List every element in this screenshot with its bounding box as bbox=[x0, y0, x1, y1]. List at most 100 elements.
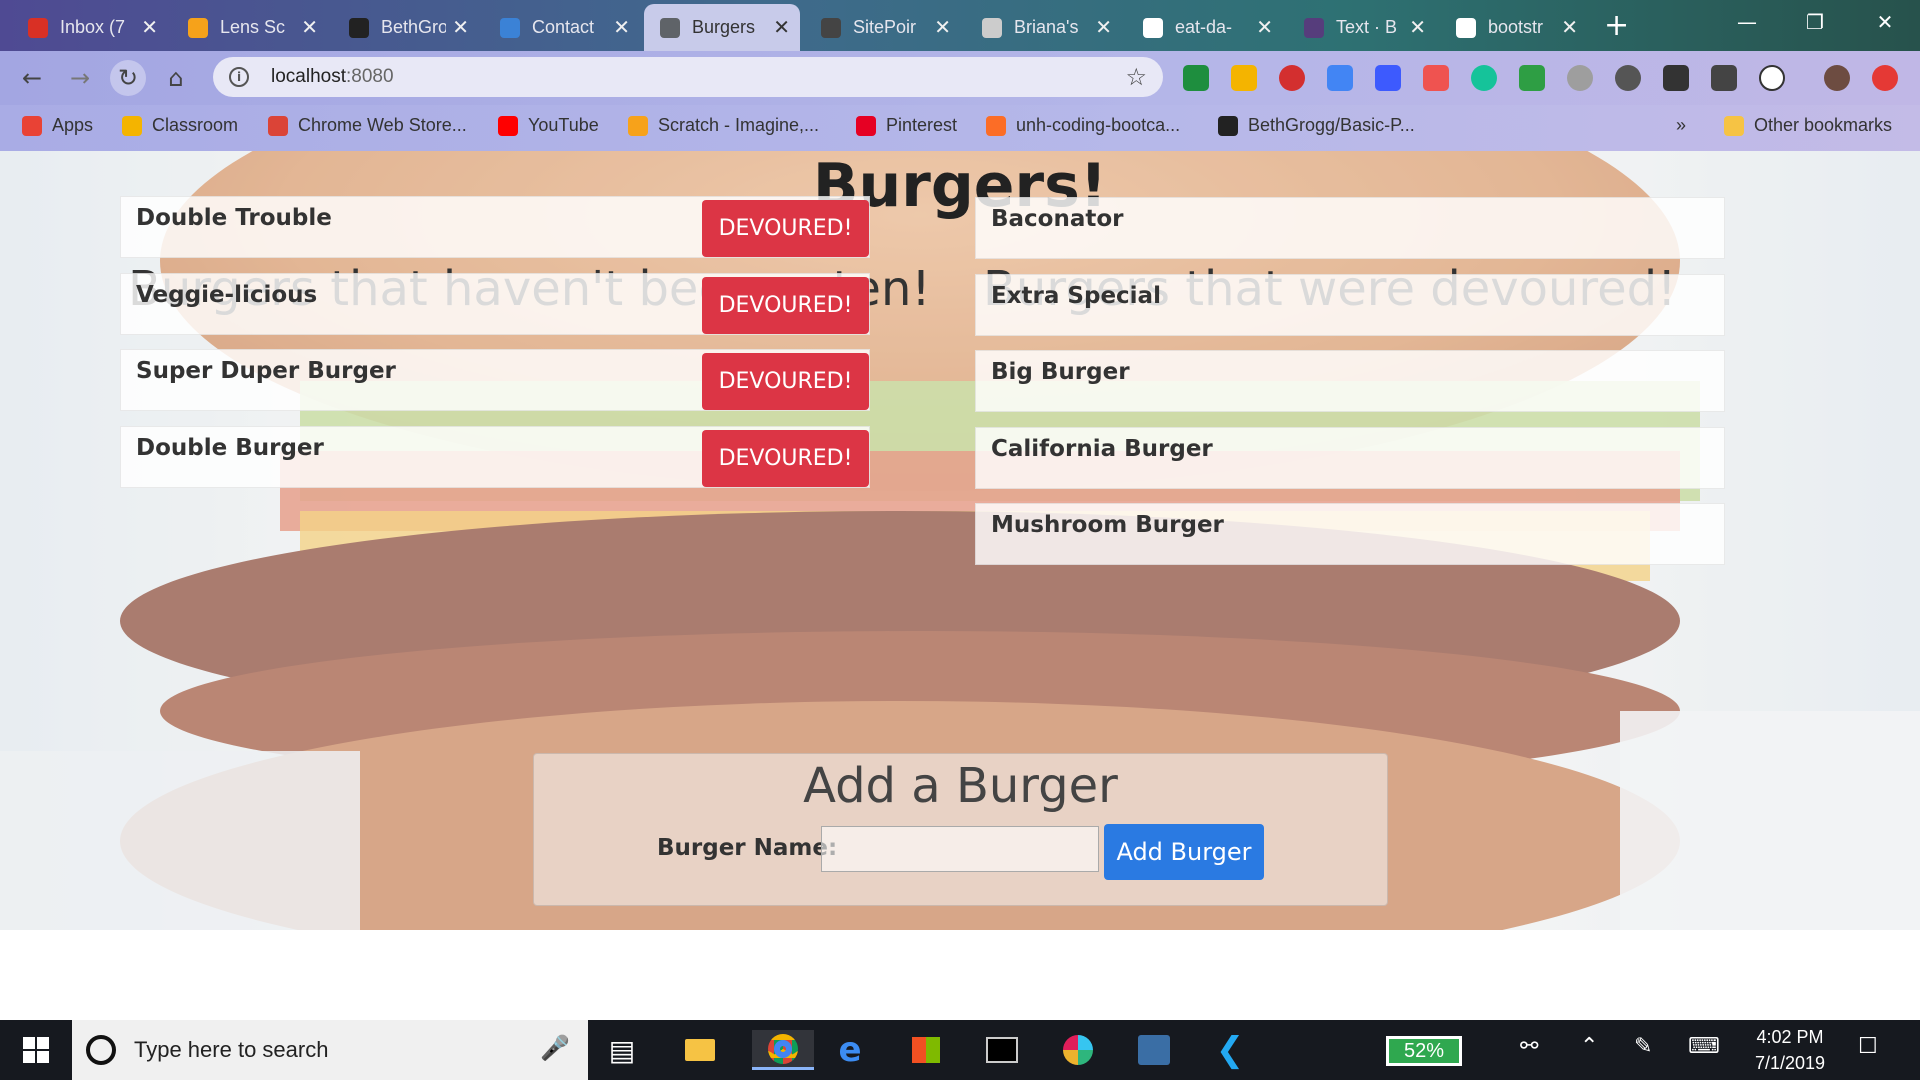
tab-title: Inbox (7 bbox=[60, 17, 126, 37]
extension-translate-icon[interactable] bbox=[1327, 65, 1353, 91]
tab-title: eat-da- bbox=[1175, 17, 1233, 37]
close-tab-icon[interactable]: ✕ bbox=[301, 15, 318, 40]
address-bar[interactable]: i localhost:8080 ☆ bbox=[213, 57, 1163, 97]
edge-icon[interactable]: e bbox=[828, 1030, 872, 1070]
taskbar-search[interactable]: Type here to search 🎤 bbox=[72, 1020, 588, 1080]
scratch-icon bbox=[628, 115, 648, 136]
devour-button[interactable]: DEVOURED! bbox=[702, 200, 869, 257]
profile-avatar[interactable] bbox=[1824, 65, 1850, 91]
youtube-icon bbox=[498, 115, 518, 136]
tab-title: Contact bbox=[532, 17, 595, 37]
add-burger-button[interactable]: Add Burger bbox=[1104, 824, 1264, 880]
bookmark-label: Pinterest bbox=[886, 115, 958, 135]
tab-1[interactable]: Lens Sc ✕ bbox=[172, 4, 328, 51]
pen-icon[interactable]: ✎ bbox=[1634, 1034, 1652, 1059]
tab-title: SitePoir bbox=[853, 17, 917, 37]
reload-icon[interactable]: ↻ bbox=[110, 60, 146, 96]
tab-5[interactable]: SitePoir ✕ bbox=[805, 4, 961, 51]
close-tab-icon[interactable]: ✕ bbox=[452, 15, 469, 40]
minimize-button[interactable]: — bbox=[1712, 0, 1782, 44]
close-tab-icon[interactable]: ✕ bbox=[613, 15, 630, 40]
microphone-icon[interactable]: 🎤 bbox=[540, 1034, 570, 1062]
extension-moon-icon[interactable] bbox=[1615, 65, 1641, 91]
close-window-button[interactable]: ✕ bbox=[1850, 0, 1920, 44]
bookmark-item[interactable]: Scratch - Imagine,... bbox=[628, 115, 819, 136]
close-tab-icon[interactable]: ✕ bbox=[934, 15, 951, 40]
restore-button[interactable]: ❐ bbox=[1780, 0, 1850, 44]
forward-arrow-icon[interactable]: → bbox=[62, 60, 98, 96]
tab-8[interactable]: Text · B ✕ bbox=[1288, 4, 1436, 51]
bookmark-item[interactable]: Pinterest bbox=[856, 115, 957, 136]
devour-button[interactable]: DEVOURED! bbox=[702, 277, 869, 334]
bookmark-item[interactable]: Chrome Web Store... bbox=[268, 115, 467, 136]
tab-2[interactable]: BethGro ✕ bbox=[333, 4, 479, 51]
chrome-taskbar-icon[interactable] bbox=[752, 1030, 814, 1070]
extension-grammarly-icon[interactable] bbox=[1471, 65, 1497, 91]
bookmarks-overflow-button[interactable]: » bbox=[1676, 115, 1686, 136]
extension-video-icon[interactable] bbox=[1423, 65, 1449, 91]
mysql-workbench-icon[interactable] bbox=[1132, 1030, 1176, 1070]
chevron-up-icon[interactable]: ⌃ bbox=[1580, 1034, 1598, 1059]
extension-gray-icon[interactable] bbox=[1567, 65, 1593, 91]
extension-screenshot-icon[interactable] bbox=[1711, 65, 1737, 91]
address-url[interactable]: localhost:8080 bbox=[271, 66, 394, 88]
bookmark-item[interactable]: Apps bbox=[22, 115, 93, 136]
site-info-icon[interactable]: i bbox=[229, 67, 249, 87]
task-view-icon[interactable]: ▤ bbox=[600, 1030, 644, 1070]
bookmark-item[interactable]: Classroom bbox=[122, 115, 238, 136]
extension-calculator-icon[interactable] bbox=[1375, 65, 1401, 91]
tab-6[interactable]: Briana's ✕ bbox=[966, 4, 1122, 51]
update-icon[interactable] bbox=[1872, 65, 1898, 91]
terminal-icon[interactable] bbox=[980, 1030, 1024, 1070]
back-arrow-icon[interactable]: ← bbox=[14, 60, 50, 96]
burger-name-input[interactable] bbox=[821, 826, 1099, 872]
close-tab-icon[interactable]: ✕ bbox=[1561, 15, 1578, 40]
people-icon[interactable]: ⚯ bbox=[1520, 1034, 1538, 1059]
file-explorer-icon[interactable] bbox=[678, 1030, 722, 1070]
bookmark-label: YouTube bbox=[528, 115, 599, 135]
tab-3[interactable]: Contact ✕ bbox=[484, 4, 640, 51]
burger-name: Extra Special bbox=[991, 283, 1161, 309]
keyboard-icon[interactable]: ⌨ bbox=[1688, 1034, 1720, 1059]
extension-eyedropper-icon[interactable] bbox=[1663, 65, 1689, 91]
extension-red-icon[interactable] bbox=[1279, 65, 1305, 91]
bookmark-item[interactable]: YouTube bbox=[498, 115, 599, 136]
close-tab-icon[interactable]: ✕ bbox=[1095, 15, 1112, 40]
close-tab-icon[interactable]: ✕ bbox=[1256, 15, 1273, 40]
uneaten-burger-row: Super Duper Burger DEVOURED! bbox=[120, 349, 870, 411]
store-icon[interactable] bbox=[904, 1030, 948, 1070]
tab-9[interactable]: bootstr ✕ bbox=[1440, 4, 1588, 51]
tab-7[interactable]: eat-da- ✕ bbox=[1127, 4, 1283, 51]
other-bookmarks[interactable]: Other bookmarks bbox=[1724, 115, 1892, 136]
close-tab-icon[interactable]: ✕ bbox=[141, 15, 158, 40]
bookmark-item[interactable]: unh-coding-bootca... bbox=[986, 115, 1180, 136]
start-button[interactable] bbox=[0, 1020, 72, 1080]
tab-0[interactable]: Inbox (7 ✕ bbox=[12, 4, 168, 51]
close-tab-icon[interactable]: ✕ bbox=[1409, 15, 1426, 40]
battery-indicator[interactable]: 52% bbox=[1386, 1036, 1462, 1066]
tab-title: Burgers bbox=[692, 17, 756, 37]
close-tab-icon[interactable]: ✕ bbox=[773, 15, 790, 40]
clock[interactable]: 4:02 PM 7/1/2019 bbox=[1730, 1024, 1850, 1076]
bookmark-label: BethGrogg/Basic-P... bbox=[1248, 115, 1415, 135]
browser-toolbar: ← → ↻ ⌂ i localhost:8080 ☆ bbox=[0, 51, 1920, 105]
devoured-burger-row: Big Burger bbox=[975, 350, 1725, 412]
bookmark-star-icon[interactable]: ☆ bbox=[1125, 63, 1147, 91]
burger-name: Veggie-licious bbox=[136, 282, 318, 308]
google-icon bbox=[1456, 17, 1476, 38]
slack-icon[interactable] bbox=[1056, 1030, 1100, 1070]
extension-check-icon[interactable] bbox=[1519, 65, 1545, 91]
bookmark-item[interactable]: BethGrogg/Basic-P... bbox=[1218, 115, 1415, 136]
devour-button[interactable]: DEVOURED! bbox=[702, 430, 869, 487]
devour-button[interactable]: DEVOURED! bbox=[702, 353, 869, 410]
home-icon[interactable]: ⌂ bbox=[158, 60, 194, 96]
vscode-icon[interactable]: ❮ bbox=[1208, 1030, 1252, 1070]
extension-json-icon[interactable] bbox=[1759, 65, 1785, 91]
extension-drive-icon[interactable] bbox=[1231, 65, 1257, 91]
new-tab-button[interactable]: + bbox=[1604, 8, 1629, 43]
clock-time: 4:02 PM bbox=[1756, 1027, 1824, 1047]
clock-date: 7/1/2019 bbox=[1754, 1053, 1826, 1073]
notifications-icon[interactable]: ☐ bbox=[1858, 1034, 1878, 1059]
tab-4[interactable]: Burgers ✕ bbox=[644, 4, 800, 51]
extension-classroom-icon[interactable] bbox=[1183, 65, 1209, 91]
